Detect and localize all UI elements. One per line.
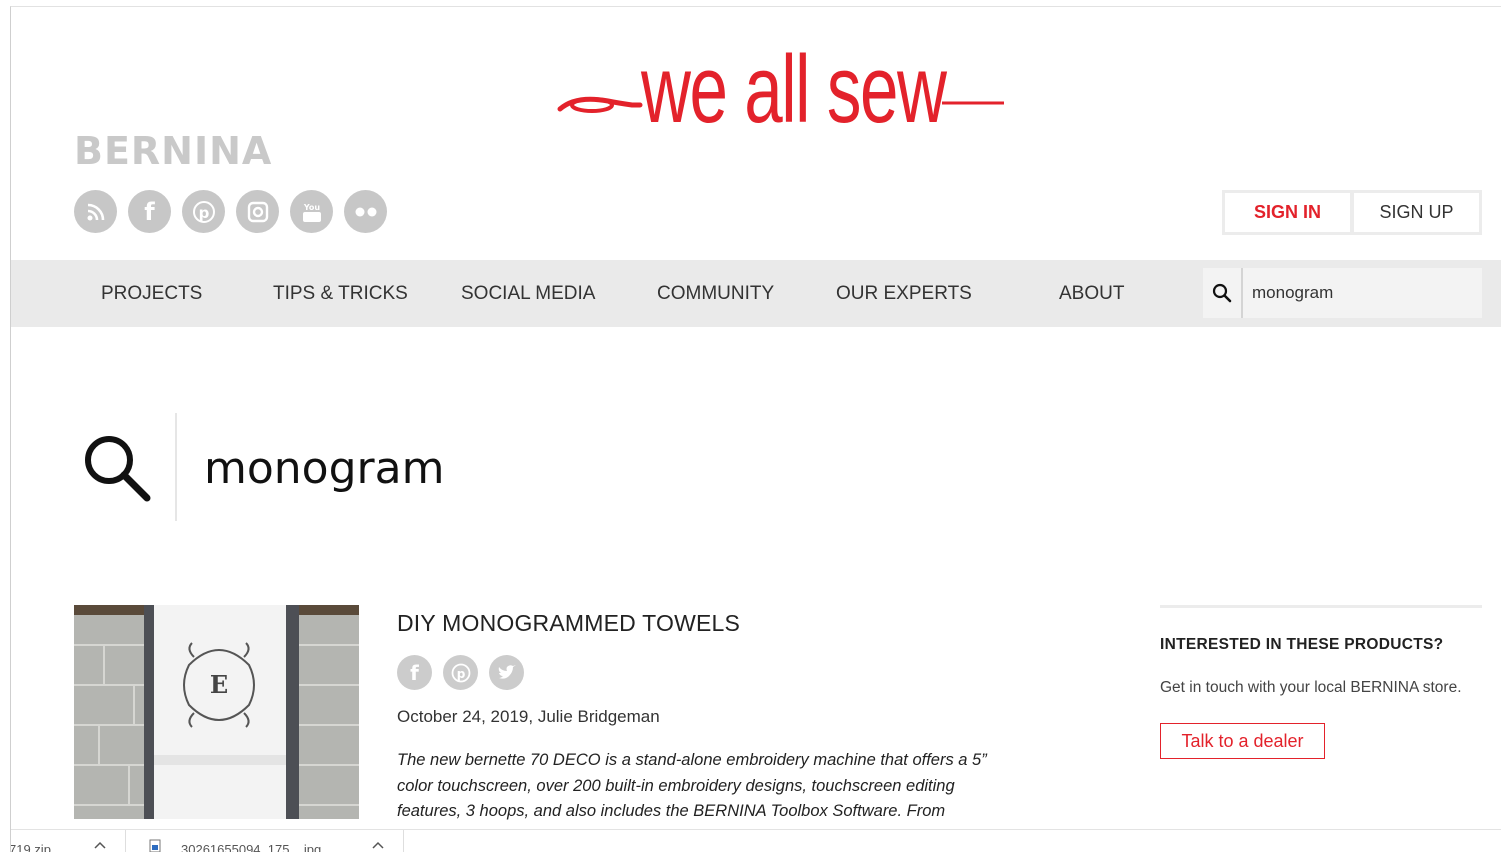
logo-text: we all sew [641,36,947,143]
nav-search [1203,268,1482,318]
nav-item-our-experts[interactable]: OUR EXPERTS [836,260,972,327]
divider [125,830,126,852]
svg-text:You: You [302,203,320,212]
flickr-icon[interactable] [344,190,387,233]
bernina-logo[interactable]: BERNINA [74,129,272,173]
chevron-up-icon[interactable] [93,838,107,852]
result-thumbnail[interactable]: E [74,605,359,819]
divider [403,830,404,852]
facebook-icon[interactable]: f [128,190,171,233]
search-icon[interactable] [1203,268,1243,318]
download-item-zip[interactable]: 719.zip [11,842,51,852]
sidebar-heading: INTERESTED IN THESE PRODUCTS? [1160,636,1444,653]
sidebar-divider [1160,605,1482,608]
chevron-up-icon[interactable] [371,838,385,852]
download-bar: 719.zip 30261655094_175....jpg [11,829,1501,852]
download-item-jpg[interactable]: 30261655094_175....jpg [181,842,321,852]
sign-in-button[interactable]: SIGN IN [1225,193,1350,232]
nav-item-about[interactable]: ABOUT [1059,260,1124,327]
nav-item-community[interactable]: COMMUNITY [657,260,774,327]
instagram-icon[interactable] [236,190,279,233]
result-title[interactable]: DIY MONOGRAMMED TOWELS [397,610,740,637]
search-input[interactable] [1243,268,1473,318]
main-nav: PROJECTS TIPS & TRICKS SOCIAL MEDIA COMM… [11,260,1501,327]
youtube-icon[interactable]: You [290,190,333,233]
towel-image: E [74,605,359,819]
pinterest-icon[interactable]: p [443,655,478,690]
divider [175,413,177,521]
svg-text:p: p [198,204,209,222]
search-query-heading: monogram [204,443,445,494]
monogram-letter: E [210,670,228,699]
browser-page: BERNINA we all sew f p You SIGN IN SIGN … [10,6,1501,852]
file-icon [149,839,161,852]
we-all-sew-logo[interactable]: we all sew [556,36,1006,155]
result-share-icons: f p [397,655,524,690]
talk-to-dealer-button[interactable]: Talk to a dealer [1160,723,1325,759]
auth-buttons: SIGN IN SIGN UP [1222,190,1482,235]
search-results-icon [81,432,153,509]
twitter-icon[interactable] [489,655,524,690]
pinterest-icon[interactable]: p [182,190,225,233]
nav-item-tips-tricks[interactable]: TIPS & TRICKS [273,260,408,327]
result-excerpt: The new bernette 70 DECO is a stand-alon… [397,751,987,820]
social-links: f p You [74,190,387,233]
rss-icon[interactable] [74,190,117,233]
result-meta: October 24, 2019, Julie Bridgeman [397,707,660,726]
facebook-icon[interactable]: f [397,655,432,690]
sidebar-text: Get in touch with your local BERNINA sto… [1160,679,1462,696]
sign-up-button[interactable]: SIGN UP [1354,193,1479,232]
nav-item-social-media[interactable]: SOCIAL MEDIA [461,260,595,327]
nav-item-projects[interactable]: PROJECTS [101,260,202,327]
svg-text:p: p [456,667,465,681]
